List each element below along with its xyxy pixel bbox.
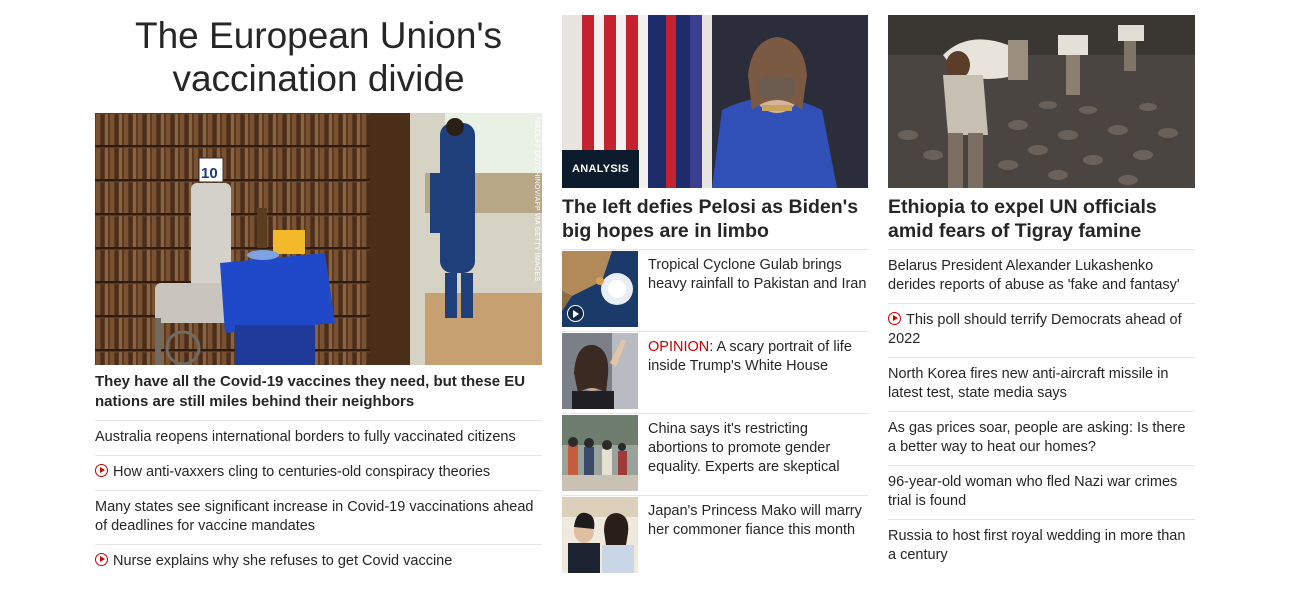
white-house-thumbnail[interactable] [562, 333, 638, 409]
item-text[interactable]: Australia reopens international borders … [95, 429, 516, 445]
princess-mako-thumbnail[interactable] [562, 497, 638, 573]
list-item[interactable]: 96-year-old woman who fled Nazi war crim… [888, 466, 1195, 520]
item-text[interactable]: Many states see significant increase in … [95, 499, 533, 534]
item-text[interactable]: Belarus President Alexander Lukashenko d… [888, 258, 1180, 293]
list-item[interactable]: Nurse explains why she refuses to get Co… [95, 545, 542, 579]
related-list: Belarus President Alexander Lukashenko d… [888, 250, 1195, 573]
item-text[interactable]: As gas prices soar, people are asking: I… [888, 420, 1185, 455]
tigray-aid-photo[interactable] [888, 15, 1195, 188]
item-text[interactable]: Nurse explains why she refuses to get Co… [113, 553, 452, 569]
list-item[interactable]: Many states see significant increase in … [95, 491, 542, 545]
item-text[interactable]: North Korea fires new anti-aircraft miss… [888, 366, 1168, 401]
politics-column: ANALYSIS The left defies Pelosi as Biden… [562, 0, 868, 578]
list-item[interactable]: Tropical Cyclone Gulab brings heavy rain… [562, 250, 868, 332]
list-item[interactable]: North Korea fires new anti-aircraft miss… [888, 358, 1195, 412]
thumb-list: Tropical Cyclone Gulab brings heavy rain… [562, 250, 868, 578]
play-video-icon [888, 312, 901, 325]
opinion-label: OPINION [648, 339, 710, 355]
related-list: Australia reopens international borders … [95, 421, 542, 579]
list-item[interactable]: Japan's Princess Mako will marry her com… [562, 496, 868, 578]
item-text[interactable]: This poll should terrify Democrats ahead… [888, 312, 1182, 347]
item-text[interactable]: How anti-vaxxers cling to centuries-old … [113, 464, 490, 480]
lead-headline[interactable]: Ethiopia to expel UN officials amid fear… [888, 195, 1195, 250]
item-text[interactable]: Tropical Cyclone Gulab brings heavy rain… [638, 251, 868, 331]
photo-credit: NIKOLAY DOYCHINOV/AFP VIA GETTY IMAGES [533, 117, 540, 282]
cyclone-satellite-thumbnail[interactable] [562, 251, 638, 327]
analysis-badge: ANALYSIS [562, 150, 639, 188]
play-video-icon [95, 553, 108, 566]
svg-text:10: 10 [201, 165, 218, 182]
lead-headline[interactable]: The left defies Pelosi as Biden's big ho… [562, 195, 868, 250]
main-headline[interactable]: They have all the Covid-19 vaccines they… [95, 372, 542, 421]
item-text[interactable]: 96-year-old woman who fled Nazi war crim… [888, 474, 1177, 509]
china-street-thumbnail[interactable] [562, 415, 638, 491]
list-item[interactable]: Russia to host first royal wedding in mo… [888, 520, 1195, 573]
play-video-icon [95, 464, 108, 477]
vaccination-room-photo[interactable]: 10 NIKOLAY DOYCHINOV/AFP VIA GETTY IMAGE… [95, 113, 542, 365]
list-item[interactable]: China says it's restricting abortions to… [562, 414, 868, 496]
world-column: Ethiopia to expel UN officials amid fear… [888, 0, 1195, 573]
pelosi-photo[interactable]: ANALYSIS [562, 15, 868, 188]
item-text[interactable]: OPINION: A scary portrait of life inside… [638, 333, 868, 413]
list-item[interactable]: How anti-vaxxers cling to centuries-old … [95, 456, 542, 491]
list-item[interactable]: This poll should terrify Democrats ahead… [888, 304, 1195, 358]
play-video-icon [567, 305, 584, 322]
item-text[interactable]: Russia to host first royal wedding in mo… [888, 528, 1185, 563]
list-item[interactable]: Australia reopens international borders … [95, 421, 542, 456]
list-item[interactable]: Belarus President Alexander Lukashenko d… [888, 250, 1195, 304]
item-text[interactable]: Japan's Princess Mako will marry her com… [638, 497, 868, 578]
featured-column: The European Union's vaccination divide [95, 0, 542, 579]
item-text[interactable]: China says it's restricting abortions to… [638, 415, 868, 495]
list-item[interactable]: OPINION: A scary portrait of life inside… [562, 332, 868, 414]
list-item[interactable]: As gas prices soar, people are asking: I… [888, 412, 1195, 466]
section-title[interactable]: The European Union's vaccination divide [95, 14, 542, 100]
